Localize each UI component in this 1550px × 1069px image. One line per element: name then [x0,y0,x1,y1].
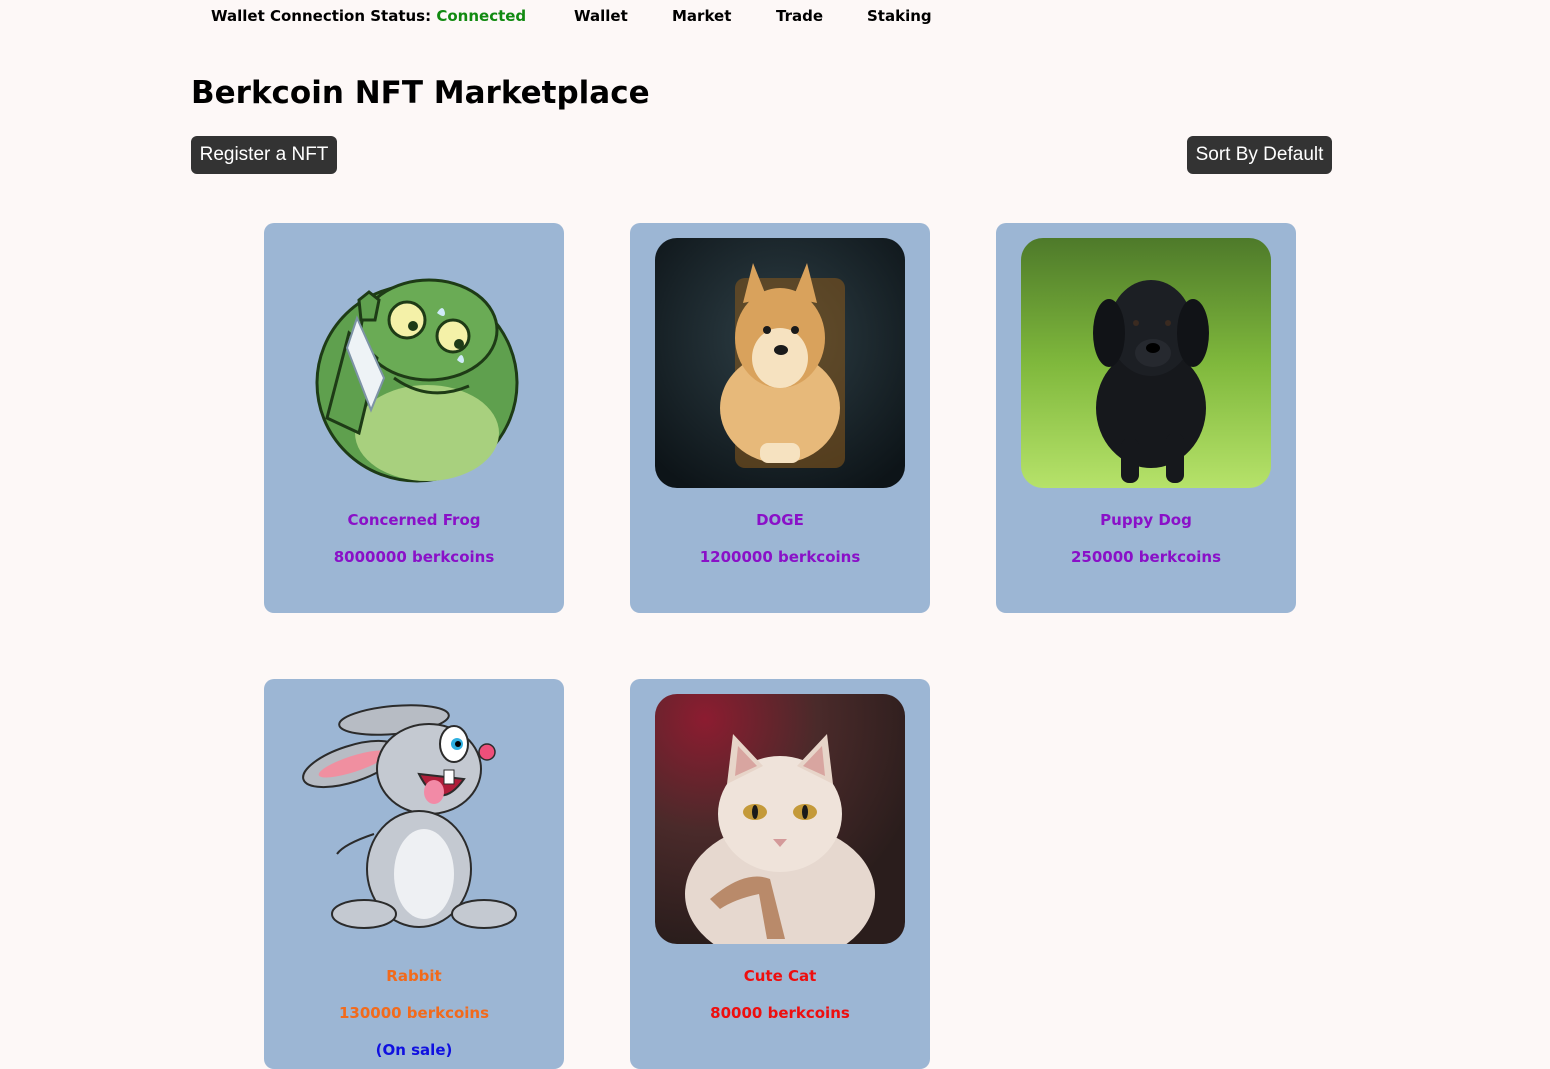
on-sale-badge: (On sale) [375,1041,453,1059]
nft-price: 250000 berkcoins [1070,548,1222,566]
top-bar: Wallet Connection Status: Connected Wall… [0,0,1550,34]
nft-card-rabbit[interactable]: Rabbit 130000 berkcoins (On sale) [264,679,564,1069]
cute-cat-image [655,694,905,944]
nft-card-puppy-dog[interactable]: Puppy Dog 250000 berkcoins [996,223,1296,613]
register-nft-button[interactable]: Register a NFT [191,136,337,174]
page-title: Berkcoin NFT Marketplace [191,75,650,111]
nft-price: 130000 berkcoins [338,1004,490,1022]
nft-image [1021,238,1271,488]
rabbit-image [302,704,517,929]
nft-image [289,694,539,944]
doge-image [655,238,905,488]
status-value: Connected [436,7,527,25]
nft-card-concerned-frog[interactable]: Concerned Frog 8000000 berkcoins [264,223,564,613]
nft-image [289,238,539,488]
nft-card-doge[interactable]: DOGE 1200000 berkcoins [630,223,930,613]
status-label: Wallet Connection Status: [211,7,432,25]
wallet-connection-status: Wallet Connection Status: Connected [211,7,526,25]
nav-market[interactable]: Market [672,7,731,25]
nft-name: Rabbit [386,967,442,985]
concerned-frog-image [315,278,519,483]
nft-name: Puppy Dog [1100,511,1192,529]
nav-trade[interactable]: Trade [776,7,823,25]
sort-button[interactable]: Sort By Default [1187,136,1332,174]
nft-image [655,238,905,488]
nft-name: Concerned Frog [347,511,481,529]
nft-card-cute-cat[interactable]: Cute Cat 80000 berkcoins [630,679,930,1069]
nft-name: Cute Cat [743,967,817,985]
nav-staking[interactable]: Staking [867,7,932,25]
nft-name: DOGE [756,511,804,529]
puppy-dog-image [1021,238,1271,488]
nav-wallet[interactable]: Wallet [574,7,628,25]
nft-price: 80000 berkcoins [710,1004,850,1022]
nft-image [655,694,905,944]
nft-price: 1200000 berkcoins [699,548,861,566]
nft-price: 8000000 berkcoins [333,548,495,566]
